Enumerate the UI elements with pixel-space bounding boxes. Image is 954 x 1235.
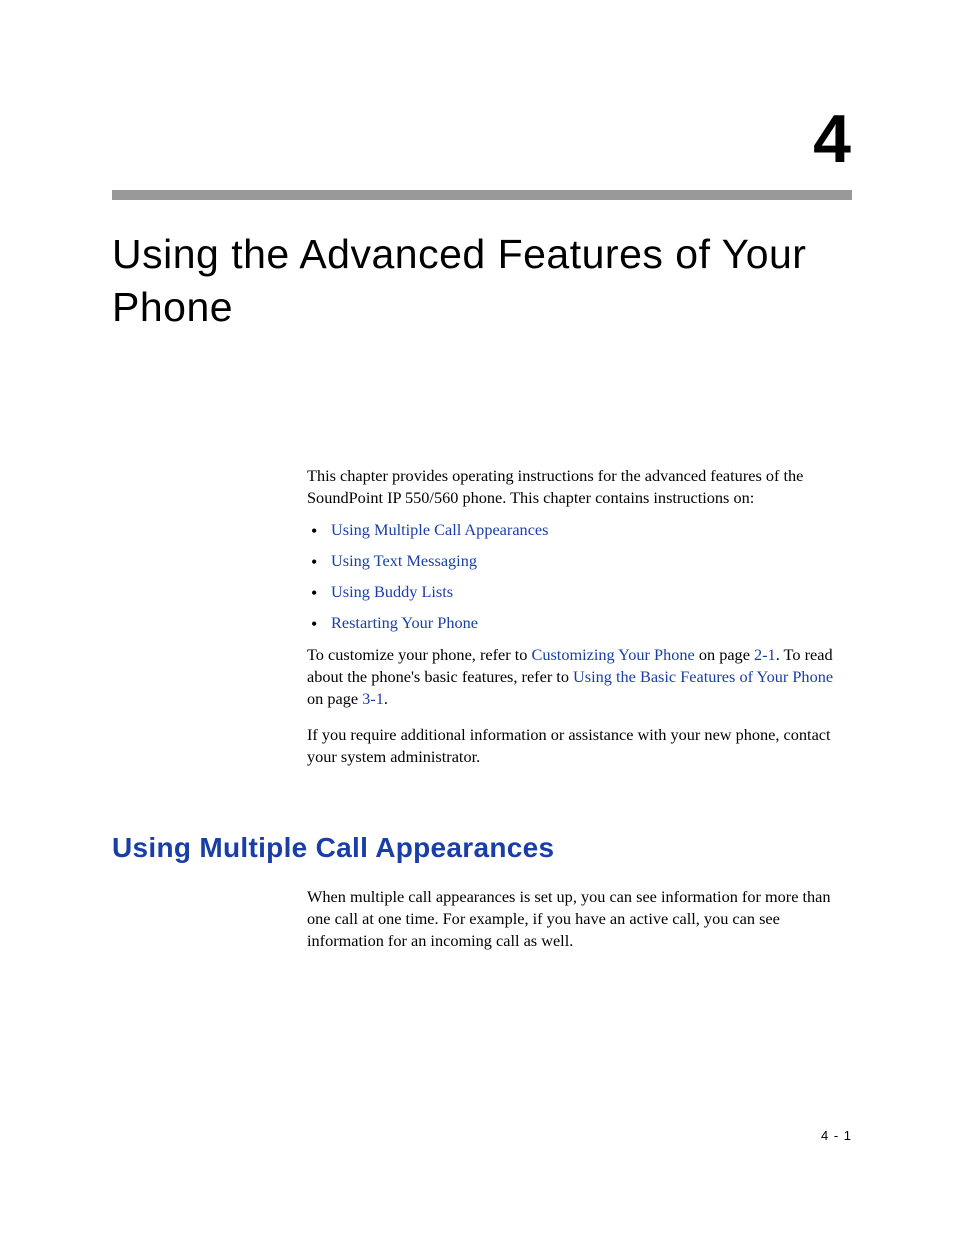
xref-link-basic-features[interactable]: Using the Basic Features of Your Phone (573, 667, 833, 686)
text-run: To customize your phone, refer to (307, 645, 531, 664)
list-item: Restarting Your Phone (307, 612, 852, 634)
section-body: When multiple call appearances is set up… (307, 886, 852, 952)
customize-paragraph: To customize your phone, refer to Custom… (307, 644, 852, 710)
xref-link-multiple-call[interactable]: Using Multiple Call Appearances (331, 520, 549, 539)
xref-page-2-1[interactable]: 2-1 (754, 645, 776, 664)
list-item: Using Multiple Call Appearances (307, 519, 852, 541)
assist-paragraph: If you require additional information or… (307, 724, 852, 768)
intro-paragraph: This chapter provides operating instruct… (307, 465, 852, 509)
xref-link-buddy-lists[interactable]: Using Buddy Lists (331, 582, 453, 601)
chapter-title: Using the Advanced Features of Your Phon… (112, 228, 852, 335)
list-item: Using Buddy Lists (307, 581, 852, 603)
chapter-divider (112, 190, 852, 200)
xref-link-customizing[interactable]: Customizing Your Phone (531, 645, 694, 664)
xref-link-text-messaging[interactable]: Using Text Messaging (331, 551, 477, 570)
text-run: on page (307, 689, 362, 708)
list-item: Using Text Messaging (307, 550, 852, 572)
page-number: 4 - 1 (821, 1128, 852, 1143)
chapter-number: 4 (112, 100, 852, 178)
xref-page-3-1[interactable]: 3-1 (362, 689, 384, 708)
text-run: on page (695, 645, 754, 664)
text-run: . (384, 689, 388, 708)
topics-list: Using Multiple Call Appearances Using Te… (307, 519, 852, 634)
xref-link-restarting[interactable]: Restarting Your Phone (331, 613, 478, 632)
section-heading: Using Multiple Call Appearances (112, 832, 852, 864)
